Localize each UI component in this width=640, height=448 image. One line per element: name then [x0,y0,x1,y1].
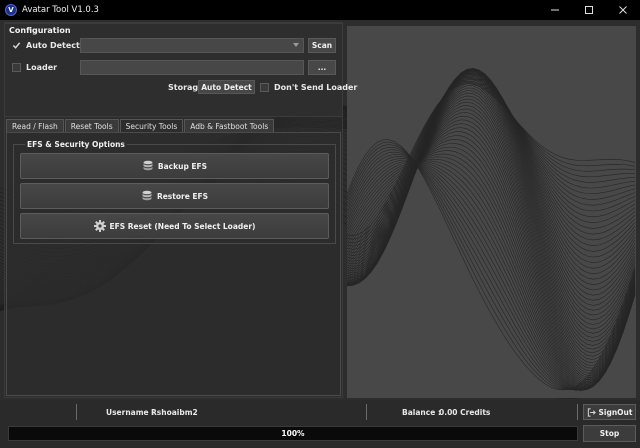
status-separator [366,404,367,420]
wave-line [346,149,636,391]
wave-line [346,74,636,311]
wave-line [346,156,636,389]
wave-line [346,150,636,388]
dont-send-loader-row: Don't Send Loader [260,83,357,92]
username-value: Rshoaibm2 [151,408,198,417]
restore-efs-button[interactable]: Restore EFS [20,183,329,209]
progress-text: 100% [281,429,305,438]
tab-security-tools[interactable]: Security Tools [119,119,184,133]
tool-tabs: Read / Flash Reset Tools Security Tools … [6,119,275,133]
dont-send-loader-checkbox[interactable] [260,83,269,92]
maximize-button[interactable] [572,0,606,20]
auto-detect-checkbox[interactable] [12,41,21,50]
minimize-icon [551,9,559,11]
title-bar: V Avatar Tool V1.0.3 [0,0,640,20]
wave-line [346,143,636,386]
window-title: Avatar Tool V1.0.3 [22,5,99,15]
dont-send-loader-label: Don't Send Loader [274,83,358,92]
wave-line [346,123,636,376]
loader-checkbox[interactable] [12,63,21,72]
stop-button[interactable]: Stop [583,425,636,442]
configuration-title: Configuration [9,26,71,35]
efs-reset-button[interactable]: EFS Reset (Need To Select Loader) [20,213,329,239]
database-icon [143,160,153,171]
storage-select[interactable]: Auto Detect [198,80,255,94]
checkmark-icon [12,42,21,49]
database-icon [142,190,152,201]
maximize-icon [585,6,593,14]
backup-efs-button[interactable]: Backup EFS [20,153,329,179]
close-button[interactable] [606,0,640,20]
efs-security-title: EFS & Security Options [25,140,127,149]
auto-detect-label: Auto Detect [26,41,80,50]
signout-label: SignOut [598,407,633,417]
scan-button[interactable]: Scan [308,38,336,53]
signout-button[interactable]: SignOut [583,404,636,420]
balance-value: 0.00 Credits [439,408,491,417]
tab-reset-tools[interactable]: Reset Tools [64,119,119,133]
wave-line [346,112,636,369]
loader-label: Loader [26,63,58,72]
wave-line [346,139,636,384]
efs-reset-label: EFS Reset (Need To Select Loader) [109,221,256,231]
progress-bar: 100% [8,426,578,441]
tab-read-flash[interactable]: Read / Flash [6,119,64,133]
restore-efs-label: Restore EFS [156,191,209,201]
balance-label: Balance : [402,408,441,417]
backup-efs-label: Backup EFS [157,161,208,171]
browse-loader-button[interactable]: ... [308,60,336,75]
close-icon [619,6,627,14]
gear-icon [93,220,106,232]
loader-path-field[interactable] [80,60,304,75]
signout-icon [587,407,596,417]
minimize-button[interactable] [538,0,572,20]
username-label: Username : [106,408,155,417]
window-controls [538,0,640,20]
loader-row: Loader [12,63,57,72]
app-logo-icon: V [5,4,17,16]
port-select[interactable] [80,38,304,53]
status-separator [76,404,77,420]
wave-line [346,131,636,381]
auto-detect-row: Auto Detect [12,41,80,50]
tab-adb-fastboot-tools[interactable]: Adb & Fastboot Tools [184,119,275,133]
wave-line [346,70,636,270]
wave-line [346,95,636,354]
status-separator [577,404,578,420]
wave-line [346,70,636,272]
artwork-panel [346,26,636,398]
chevron-down-icon [293,43,299,47]
wave-artwork [346,68,636,391]
